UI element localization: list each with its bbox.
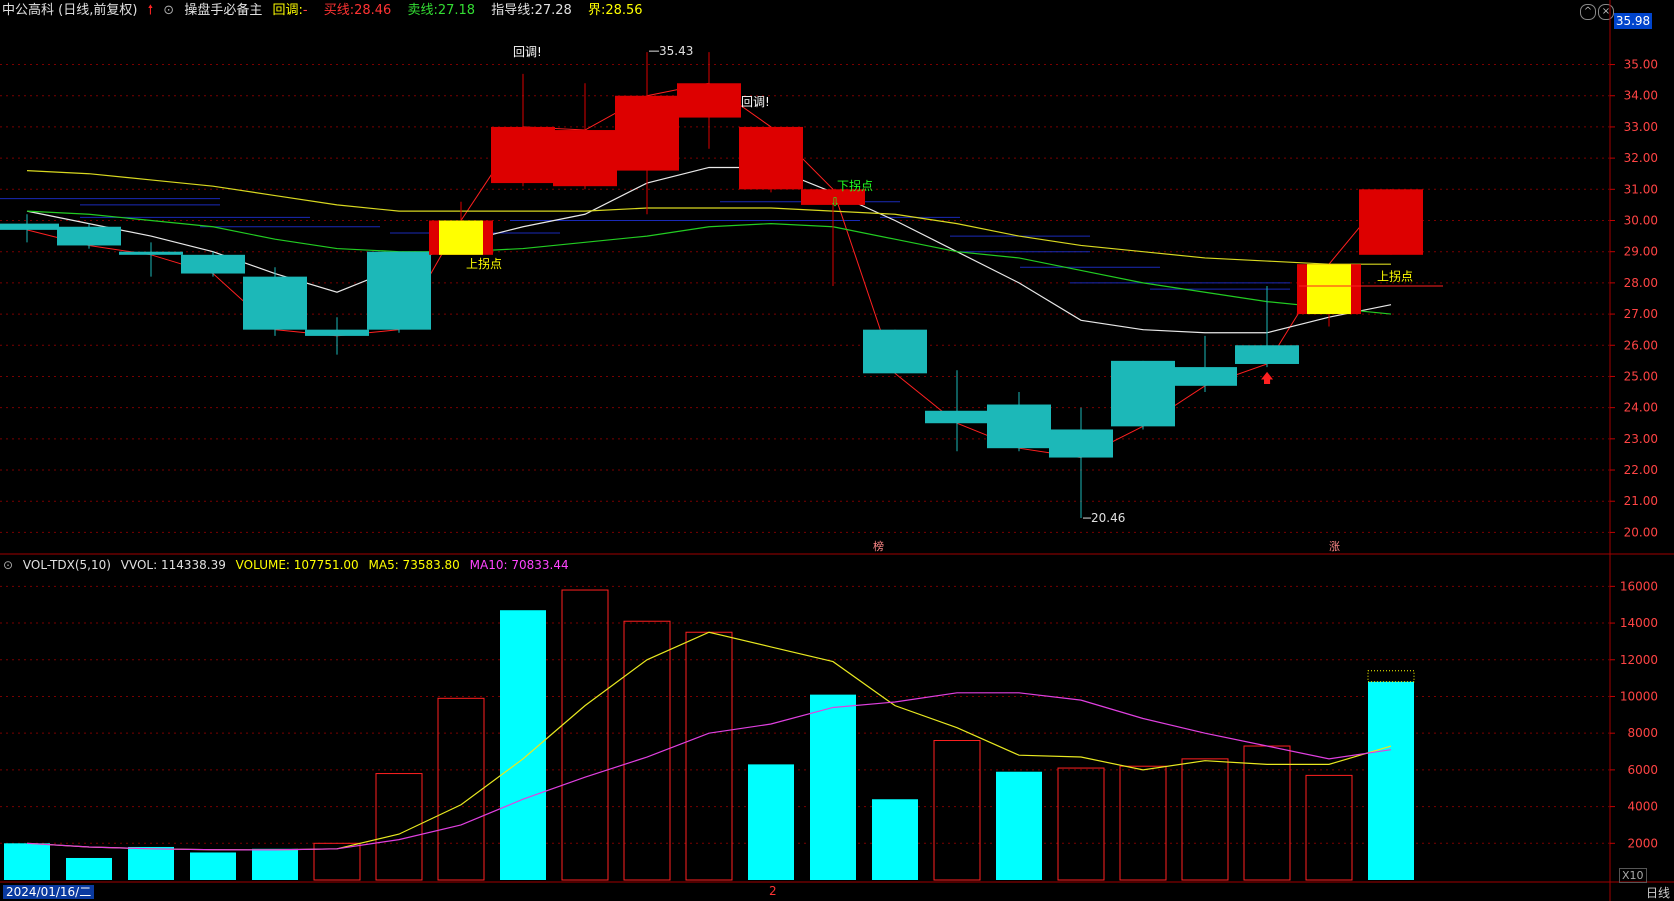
- volume-tick-label: 12000: [1620, 653, 1658, 667]
- price-tick-label: 24.00: [1624, 401, 1658, 415]
- volume-bar: [66, 857, 112, 880]
- price-tick-label: 21.00: [1624, 494, 1658, 508]
- price-tick-label: 25.00: [1624, 369, 1658, 383]
- down-arrow-icon: ⇩: [830, 195, 840, 209]
- candle-body: [1049, 429, 1113, 458]
- candle-body: [367, 251, 431, 330]
- mid-marker: 2: [769, 884, 777, 898]
- volume-bar: [933, 740, 981, 881]
- candle-body: [863, 329, 927, 374]
- candle-body: [739, 126, 803, 190]
- candle-body: [925, 410, 989, 424]
- white-ma-line: [26, 166, 1392, 334]
- candle-body: [491, 126, 555, 184]
- pullback-annotation: 回调!: [513, 45, 542, 59]
- low-annotation: 20.46: [1091, 511, 1125, 525]
- volume-bar: [1119, 765, 1167, 881]
- pullback-annotation: 回调!: [741, 95, 770, 109]
- volume-bar: [1305, 774, 1353, 881]
- price-tick-label: 27.00: [1624, 307, 1658, 321]
- candle-body: [1111, 360, 1175, 427]
- volume-bar: [437, 697, 485, 881]
- price-tick-label: 34.00: [1624, 89, 1658, 103]
- x10-badge[interactable]: X10: [1619, 868, 1647, 883]
- volume-tick-label: 4000: [1627, 800, 1658, 814]
- volume-tick-label: 16000: [1620, 579, 1658, 593]
- volume-tick-label: 14000: [1620, 616, 1658, 630]
- candle-body: [1173, 367, 1237, 386]
- price-tick-label: 29.00: [1624, 245, 1658, 259]
- volume-bar: [1181, 758, 1229, 881]
- volume-ma10-line: [26, 692, 1392, 851]
- up-turn-annotation: 上拐点: [466, 256, 502, 271]
- volume-bar: [190, 852, 236, 880]
- high-annotation: 35.43: [659, 44, 693, 58]
- candle-body: [1235, 345, 1299, 364]
- price-tick-label: 35.00: [1624, 58, 1658, 72]
- candle-body: [119, 251, 183, 255]
- volume-bar: [128, 846, 174, 880]
- volume-bar: [4, 843, 50, 880]
- candle-body: [615, 95, 679, 171]
- candle-body: [305, 329, 369, 336]
- volume-bar: [996, 771, 1042, 880]
- candle-body: [181, 254, 245, 274]
- volume-forecast-cap: [1367, 670, 1415, 683]
- stock-chart-window: 中公高科 (日线,前复权) 🠕 ⊙ 操盘手必备主 回调:- 买线:28.46 卖…: [0, 0, 1674, 901]
- cursor-date: 2024/01/16/二: [3, 885, 95, 899]
- price-tick-label: 32.00: [1624, 151, 1658, 165]
- price-tick-label: 26.00: [1624, 338, 1658, 352]
- volume-tick-label: 8000: [1627, 726, 1658, 740]
- zhang-marker: 涨: [1329, 540, 1340, 553]
- volume-tick-label: 10000: [1620, 689, 1658, 703]
- volume-bar: [748, 764, 794, 880]
- price-tick-label: 22.00: [1624, 463, 1658, 477]
- down-turn-annotation: 下拐点: [837, 178, 873, 193]
- candle-body: [677, 83, 741, 118]
- volume-bar: [872, 799, 918, 880]
- price-tick-label: 20.00: [1624, 525, 1658, 539]
- candle-body: [243, 276, 307, 330]
- volume-bar: [1057, 767, 1105, 881]
- price-tick-label: 31.00: [1624, 182, 1658, 196]
- volume-tick-label: 6000: [1627, 763, 1658, 777]
- volume-bar: [1368, 681, 1414, 880]
- volume-bar: [561, 589, 609, 881]
- price-tick-label: 23.00: [1624, 432, 1658, 446]
- up-turn-annotation: 上拐点: [1377, 269, 1413, 284]
- buy-arrow-icon: 🡅: [1260, 372, 1273, 387]
- candle-body: [57, 226, 121, 246]
- price-tick-label: 28.00: [1624, 276, 1658, 290]
- volume-bar: [252, 848, 298, 880]
- price-tick-label: 30.00: [1624, 214, 1658, 228]
- volume-bar: [1243, 745, 1291, 881]
- highlight-candle-body: [439, 220, 483, 255]
- period-label[interactable]: 日线: [1646, 884, 1670, 901]
- price-volume-chart[interactable]: 35.00 34.00 33.00 32.00 31.00 30.00 29.00 28.00…: [0, 0, 1674, 901]
- volume-tick-label: 2000: [1627, 836, 1658, 850]
- candle-body: [0, 223, 59, 230]
- candle-body: [987, 404, 1051, 449]
- volume-bar: [810, 694, 856, 880]
- highlight-candle-body: [1307, 264, 1351, 315]
- price-tick-label: 33.00: [1624, 120, 1658, 134]
- volume-ma5-line: [26, 631, 1392, 851]
- bang-marker: 榜: [873, 539, 884, 553]
- candle-body: [1359, 189, 1423, 255]
- candle-body: [553, 130, 617, 187]
